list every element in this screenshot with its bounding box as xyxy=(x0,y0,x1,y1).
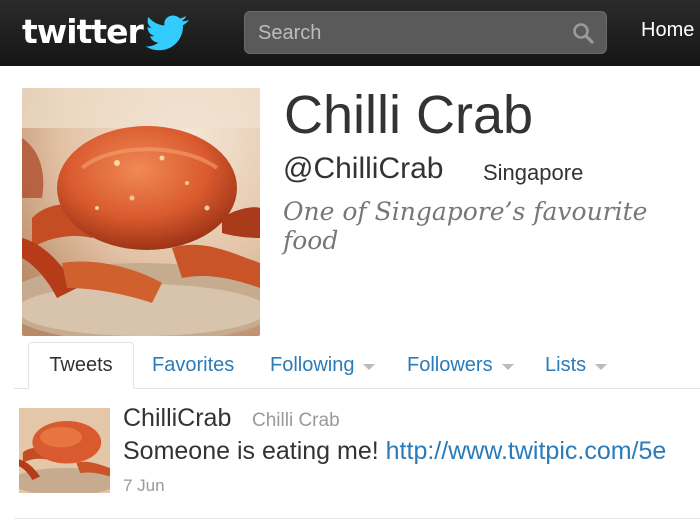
tab-lists[interactable]: Lists xyxy=(545,354,608,377)
profile-screen-name: @ChilliCrab xyxy=(283,152,444,185)
tweet-username[interactable]: ChilliCrab xyxy=(123,404,231,433)
tweet-link[interactable]: http://www.twitpic.com/5e xyxy=(386,437,667,465)
twitter-logo[interactable]: twitter xyxy=(22,6,193,56)
tweet-avatar[interactable] xyxy=(19,408,110,493)
profile-avatar[interactable] xyxy=(22,88,260,336)
logo-text: twitter xyxy=(22,11,144,51)
bird-icon xyxy=(145,15,189,51)
search-box[interactable] xyxy=(244,11,607,55)
tab-tweets[interactable]: Tweets xyxy=(28,342,134,389)
caret-down-icon xyxy=(595,363,608,370)
tab-label: Lists xyxy=(545,354,587,376)
tweet-fullname: Chilli Crab xyxy=(252,410,340,431)
caret-down-icon xyxy=(501,363,514,370)
chilli-crab-thumbnail xyxy=(19,408,110,493)
chilli-crab-photo xyxy=(22,88,260,336)
top-bar: twitter Home xyxy=(0,0,700,66)
profile-name: Chilli Crab xyxy=(284,85,534,145)
profile-location: Singapore xyxy=(483,160,584,185)
tab-label: Followers xyxy=(407,354,493,376)
tab-following[interactable]: Following xyxy=(270,354,376,377)
search-icon[interactable] xyxy=(572,22,594,44)
tab-favorites[interactable]: Favorites xyxy=(152,354,234,377)
tweet-body: Someone is eating me! xyxy=(123,437,379,465)
tab-label: Tweets xyxy=(49,354,113,376)
tab-label: Favorites xyxy=(152,354,235,376)
caret-down-icon xyxy=(363,363,376,370)
search-input[interactable] xyxy=(245,12,570,55)
profile-bio: One of Singapore’s favourite food xyxy=(283,197,648,255)
tab-followers[interactable]: Followers xyxy=(407,354,514,377)
home-link[interactable]: Home xyxy=(641,19,694,42)
tweet-text: Someone is eating me! http://www.twitpic… xyxy=(123,437,666,466)
tab-label: Following xyxy=(270,354,355,376)
tweet-timestamp[interactable]: 7 Jun xyxy=(123,476,165,496)
tweet-divider xyxy=(14,518,700,519)
